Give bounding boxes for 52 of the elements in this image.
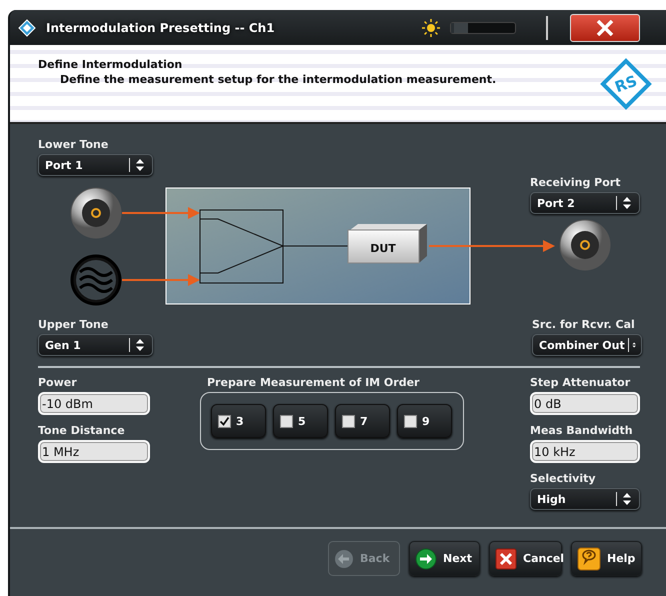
field-label: Meas Bandwidth <box>530 424 634 437</box>
dropdown[interactable]: Combiner Out <box>532 334 642 356</box>
order-toggle-button[interactable]: 9 <box>397 404 452 438</box>
field-label: Upper Tone <box>38 318 110 331</box>
input-field[interactable]: -10 dBm <box>38 392 150 415</box>
dropdown[interactable]: High <box>530 488 640 510</box>
close-icon <box>495 548 517 570</box>
connector-icon <box>70 188 122 238</box>
field-label: Lower Tone <box>38 138 110 151</box>
dropdown[interactable]: Port 1 <box>38 154 153 176</box>
order-toggle-button[interactable]: 5 <box>273 404 328 438</box>
field-label: Receiving Port <box>530 176 622 189</box>
field-label: Step Attenuator <box>530 376 632 389</box>
close-icon <box>596 20 614 36</box>
field-label: Selectivity <box>530 472 597 485</box>
sun-icon <box>422 18 440 36</box>
arrow-left-icon <box>334 548 354 568</box>
dropdown[interactable]: Port 2 <box>530 192 640 214</box>
help-button[interactable]: Help <box>571 541 642 576</box>
help-icon <box>577 546 601 570</box>
input-field[interactable]: 0 dB <box>530 392 640 415</box>
window-title: Intermodulation Presetting -- Ch1 <box>46 20 275 34</box>
spinner-icon <box>628 338 636 352</box>
spinner-icon <box>616 492 634 506</box>
slider-thumb[interactable] <box>451 22 468 32</box>
logo-icon <box>18 18 36 36</box>
dropdown[interactable]: Gen 1 <box>38 334 153 356</box>
close-button[interactable] <box>570 14 640 42</box>
spinner-icon <box>129 338 147 352</box>
header-title: Define Intermodulation <box>38 58 184 71</box>
checkbox[interactable] <box>218 414 231 428</box>
brand-logo: RS <box>600 58 652 110</box>
next-button[interactable]: Next <box>409 541 480 576</box>
field-label: Power <box>38 376 78 389</box>
sine-wave-icon <box>70 254 122 306</box>
field-label: Src. for Rcvr. Cal <box>532 318 636 331</box>
spinner-icon <box>129 158 147 172</box>
header-subtitle: Define the measurement setup for the intermodulation measurement. <box>59 73 498 86</box>
arrow-right-icon <box>415 548 437 570</box>
brightness-slider[interactable] <box>450 22 516 34</box>
checkbox[interactable] <box>280 414 293 428</box>
input-field[interactable]: 1 MHz <box>38 440 150 463</box>
connector-icon <box>560 220 610 270</box>
group-label: Prepare Measurement of IM Order <box>206 376 420 389</box>
order-toggle-button[interactable]: 3 <box>211 404 266 438</box>
field-label: Tone Distance <box>38 424 126 437</box>
spinner-icon <box>616 196 634 210</box>
order-toggle-button[interactable]: 7 <box>335 404 390 438</box>
input-field[interactable]: 10 kHz <box>530 440 640 463</box>
cancel-button[interactable]: Cancel <box>489 541 562 576</box>
checkbox[interactable] <box>404 414 417 428</box>
checkbox[interactable] <box>342 414 355 428</box>
